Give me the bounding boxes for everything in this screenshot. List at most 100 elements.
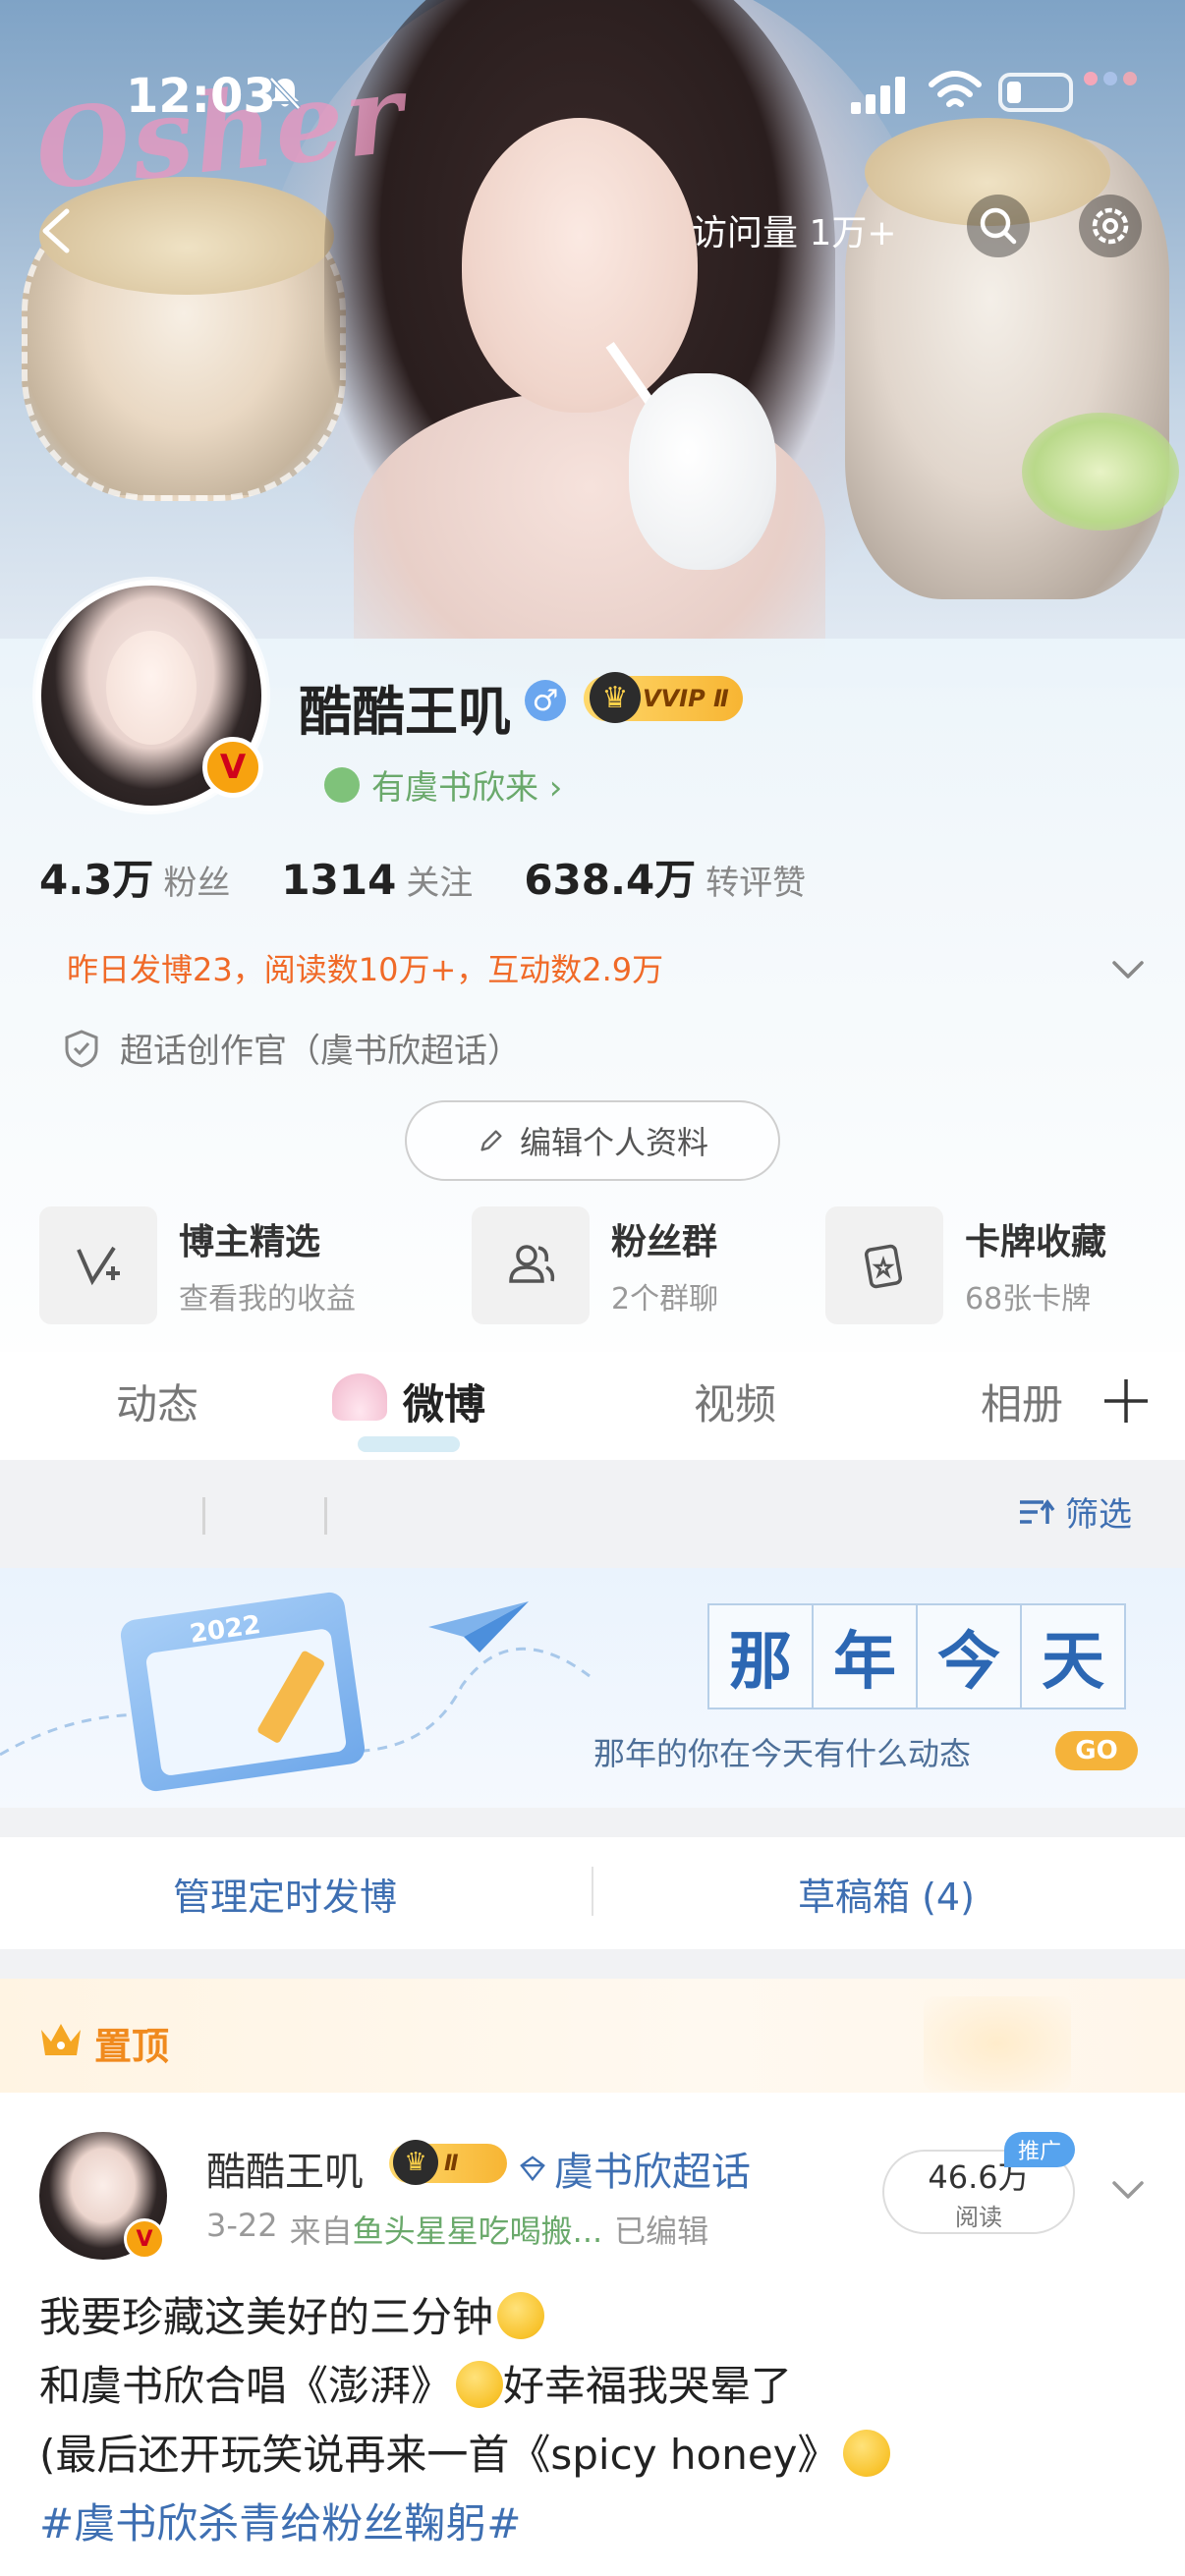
shortcut-card-collection[interactable]: 卡牌收藏 68张卡牌: [825, 1204, 1106, 1326]
laughing-face-emoji-icon: [842, 2430, 890, 2477]
avatar-face: [106, 631, 197, 745]
section-gap: [0, 1808, 1185, 1837]
crown-icon: [41, 2024, 81, 2055]
pinned-header: 置顶: [0, 1979, 1185, 2093]
title-char: 年: [812, 1603, 918, 1709]
post-meta: 3-22 来自 鱼头星星吃喝搬... 已编辑: [206, 2207, 708, 2252]
post-topic-link[interactable]: 虞书欣超话: [519, 2140, 751, 2197]
post-topic-text: 虞书欣超话: [554, 2150, 751, 2195]
shortcut-fan-groups[interactable]: 粉丝群 2个群聊: [472, 1204, 718, 1326]
stat-label: 关注: [406, 864, 474, 903]
edit-profile-button[interactable]: 编辑个人资料: [405, 1100, 780, 1181]
diamond-icon: [520, 2156, 545, 2182]
post-date: 3-22: [206, 2207, 278, 2244]
post-source-prefix: 来自: [289, 2212, 353, 2250]
shortcut-subtitle: 查看我的收益: [179, 1282, 356, 1316]
indicator-dots-icon: [1084, 72, 1137, 85]
mutual-friend-text: 有虞书欣来 ›: [371, 768, 563, 808]
profile-tabs: 动态 微博 视频 相册: [0, 1352, 1185, 1460]
profile-stats: 4.3万 粉丝 1314 关注 638.4万 转评赞: [39, 847, 806, 907]
cellular-signal-icon: [851, 77, 905, 114]
battery-icon: [998, 73, 1073, 112]
chevron-down-icon[interactable]: [1108, 2169, 1148, 2209]
tab-active-indicator: [358, 1436, 460, 1452]
calendar-icon: 2022: [118, 1590, 367, 1794]
verified-badge: V: [124, 2218, 165, 2260]
on-this-day-banner[interactable]: 2022 那 年 今 天 那年的你在今天有什么动态 GO: [0, 1568, 1185, 1808]
post-author[interactable]: 酷酷王叽: [206, 2140, 364, 2197]
scheduled-posts-button[interactable]: 管理定时发博: [173, 1867, 397, 1921]
stat-interactions[interactable]: 638.4万 转评赞: [524, 847, 806, 907]
stat-followers[interactable]: 4.3万 粉丝: [39, 847, 230, 907]
mutual-friend-link[interactable]: 有虞书欣来 ›: [324, 760, 562, 809]
stat-label: 粉丝: [163, 864, 231, 903]
cover-coconut-cup: [629, 373, 776, 570]
gender-male-icon: ♂: [525, 680, 566, 721]
post-edited: 已编辑: [614, 2212, 709, 2250]
lion-icon: [324, 766, 360, 803]
tab-albums[interactable]: 相册: [981, 1372, 1063, 1431]
yesterday-summary: 昨日发博23，阅读数10万+，互动数2.9万: [67, 951, 664, 988]
vip-label: VVIP Ⅱ: [643, 685, 729, 712]
post-management-bar: 管理定时发博 草稿箱 (4): [0, 1837, 1185, 1949]
pinned-decoration: [924, 1996, 1071, 2091]
mute-bell-icon: [269, 77, 301, 110]
on-this-day-title: 那 年 今 天: [707, 1603, 1126, 1709]
back-arrow-icon[interactable]: [29, 201, 88, 260]
shortcut-title: 博主精选: [179, 1222, 321, 1262]
vip-badge[interactable]: ♛ VVIP Ⅱ: [584, 672, 743, 723]
search-icon: [980, 207, 1017, 245]
drafts-button[interactable]: 草稿箱 (4): [798, 1867, 975, 1921]
add-tab-icon[interactable]: [1100, 1375, 1152, 1427]
profile-shortcuts: 博主精选 查看我的收益 粉丝群 2个群聊 卡牌收藏 68张卡牌: [39, 1204, 1159, 1326]
post-vip-badge: ♛ Ⅱ: [389, 2140, 507, 2185]
verified-badge: V: [202, 737, 263, 798]
search-button[interactable]: [967, 195, 1030, 257]
on-this-day-subtitle: 那年的你在今天有什么动态: [593, 1735, 972, 1772]
chevron-down-icon[interactable]: [1108, 949, 1148, 988]
title-char: 今: [916, 1603, 1022, 1709]
visit-count: 访问量 1万+: [692, 213, 897, 253]
profile-avatar[interactable]: V: [35, 580, 267, 812]
promote-badge[interactable]: 推广: [1004, 2132, 1075, 2167]
filter-icon: [1020, 1498, 1055, 1524]
post-line: 和虞书欣合唱《澎湃》 好幸福我哭晕了: [39, 2361, 793, 2410]
hashtag-link[interactable]: #虞书欣杀青给粉丝鞠躬#: [39, 2499, 521, 2548]
shortcut-creator-picks[interactable]: 博主精选 查看我的收益: [39, 1204, 356, 1326]
post-line: #虞书欣杀青给粉丝鞠躬#: [39, 2490, 890, 2558]
wifi-icon: [929, 71, 982, 107]
post-vip-label: Ⅱ: [444, 2151, 459, 2176]
pinned-label: 置顶: [94, 2025, 170, 2068]
crying-face-emoji-icon: [456, 2361, 504, 2408]
reads-label: 阅读: [955, 2203, 1002, 2231]
filter-button[interactable]: 筛选: [1016, 1487, 1132, 1536]
status-bar: 12:03: [0, 0, 1185, 187]
edit-profile-label: 编辑个人资料: [519, 1124, 708, 1161]
card-icon: [825, 1206, 943, 1324]
shortcut-title: 卡牌收藏: [965, 1222, 1107, 1262]
battery-level: [1007, 82, 1021, 103]
settings-button[interactable]: [1079, 195, 1142, 257]
filter-label: 筛选: [1065, 1495, 1132, 1535]
title-char: 天: [1020, 1603, 1126, 1709]
super-topic-role[interactable]: 超话创作官（虞书欣超话）: [61, 1024, 521, 1072]
tab-activity[interactable]: 动态: [116, 1372, 198, 1431]
pleading-face-emoji-icon: [497, 2292, 545, 2339]
stat-label: 转评赞: [705, 864, 807, 903]
post-card[interactable]: V 酷酷王叽 ♛ Ⅱ 虞书欣超话 3-22 来自 鱼头星星吃喝搬... 已编辑 …: [0, 2093, 1185, 2576]
tab-weibo[interactable]: 微博: [403, 1372, 485, 1431]
pencil-icon: [480, 1130, 502, 1151]
post-source[interactable]: 鱼头星星吃喝搬...: [353, 2207, 603, 2252]
tab-videos[interactable]: 视频: [694, 1372, 776, 1431]
shortcut-title: 粉丝群: [611, 1222, 718, 1262]
super-topic-text: 超话创作官（虞书欣超话）: [120, 1032, 521, 1071]
post-avatar[interactable]: V: [39, 2132, 167, 2260]
go-button[interactable]: GO: [1055, 1731, 1138, 1770]
crown-icon: ♛: [393, 2140, 438, 2185]
cover-flowers: [1022, 413, 1179, 531]
stat-following[interactable]: 1314 关注: [281, 856, 473, 904]
gear-icon: [1092, 207, 1129, 245]
filter-bar: 筛选: [0, 1460, 1185, 1568]
shortcut-subtitle: 2个群聊: [611, 1282, 719, 1316]
shield-icon: [65, 1029, 98, 1068]
